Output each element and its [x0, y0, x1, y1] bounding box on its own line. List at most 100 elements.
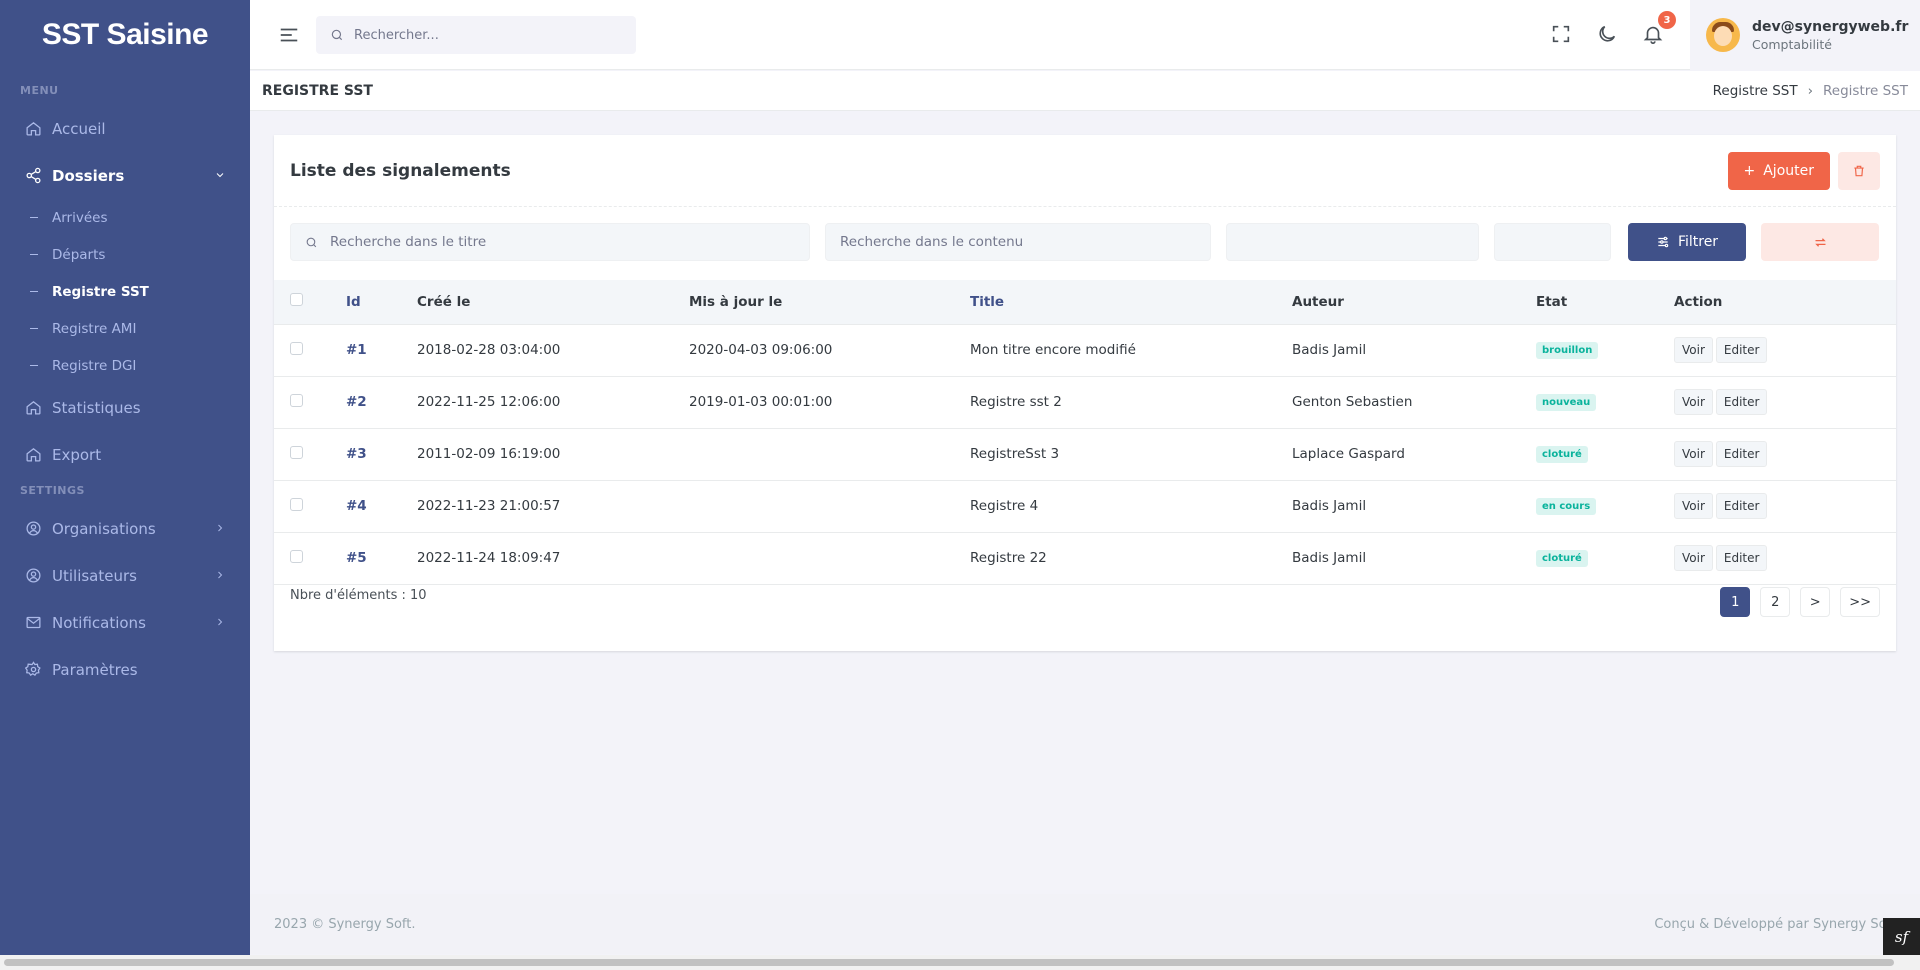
sidebar-subitem-registre-ami[interactable]: Registre AMI — [0, 310, 250, 347]
sidebar-subitem-arrivees[interactable]: Arrivées — [0, 199, 250, 236]
view-button[interactable]: Voir — [1674, 493, 1713, 519]
footer-copyright: 2023 © Synergy Soft. — [274, 916, 416, 932]
global-search-input[interactable] — [354, 27, 624, 43]
sidebar-item-organisations[interactable]: Organisations — [0, 505, 250, 552]
status-badge: cloturé — [1536, 550, 1588, 567]
search-icon — [331, 29, 343, 41]
sidebar-subitem-label: Registre SST — [52, 283, 149, 300]
add-button[interactable]: + Ajouter — [1727, 151, 1830, 190]
view-button[interactable]: Voir — [1674, 389, 1713, 415]
edit-button[interactable]: Editer — [1715, 441, 1768, 467]
avatar — [1706, 18, 1740, 52]
edit-button[interactable]: Editer — [1715, 389, 1768, 415]
row-updated: 2019-01-03 00:01:00 — [689, 375, 970, 428]
sidebar-item-export[interactable]: Export — [0, 431, 250, 478]
edit-button[interactable]: Editer — [1715, 337, 1768, 363]
row-author: Badis Jamil — [1292, 531, 1536, 585]
row-id[interactable]: #2 — [346, 375, 417, 428]
brand-logo[interactable]: SST Saisine — [0, 0, 250, 70]
breadcrumb-link[interactable]: Registre SST — [1713, 83, 1798, 99]
edit-button[interactable]: Editer — [1715, 493, 1768, 519]
topbar: 3 dev@synergyweb.fr Comptabilité — [250, 0, 1920, 70]
row-id[interactable]: #5 — [346, 531, 417, 585]
column-header-updated: Mis à jour le — [689, 293, 783, 310]
reset-button[interactable] — [1761, 223, 1879, 261]
edit-button[interactable]: Editer — [1715, 545, 1768, 571]
row-title: Mon titre encore modifié — [970, 323, 1292, 376]
row-id[interactable]: #4 — [346, 479, 417, 532]
row-checkbox[interactable] — [290, 549, 303, 563]
fullscreen-icon[interactable] — [1550, 23, 1574, 47]
menu-toggle-icon[interactable] — [278, 24, 300, 46]
column-header-title[interactable]: Title — [970, 280, 1292, 324]
sidebar-item-statistiques[interactable]: Statistiques — [0, 384, 250, 431]
symfony-toolbar-icon[interactable]: sf — [1883, 918, 1920, 955]
row-id[interactable]: #1 — [346, 323, 417, 376]
title-filter-input[interactable] — [318, 224, 809, 260]
row-author: Badis Jamil — [1292, 323, 1536, 376]
dark-mode-icon[interactable] — [1596, 23, 1620, 47]
sidebar-item-notifications[interactable]: Notifications — [0, 599, 250, 646]
card-footer: Nbre d'éléments : 10 1 2 > >> — [290, 587, 1880, 617]
sidebar-subitem-registre-dgi[interactable]: Registre DGI — [0, 347, 250, 384]
sidebar-item-label: Accueil — [52, 119, 106, 138]
row-checkbox[interactable] — [290, 445, 303, 459]
table-header-row: Id Créé le Mis à jour le Title Auteur Et… — [274, 280, 1896, 324]
pagination: 1 2 > >> — [1720, 587, 1880, 617]
select-all-checkbox[interactable] — [290, 293, 303, 307]
row-checkbox[interactable] — [290, 341, 303, 355]
row-title: Registre 4 — [970, 479, 1292, 532]
sidebar-item-parametres[interactable]: Paramètres — [0, 646, 250, 693]
horizontal-scrollbar[interactable] — [0, 955, 1920, 970]
sidebar-item-label: Export — [52, 445, 102, 464]
view-button[interactable]: Voir — [1674, 441, 1713, 467]
table-row: #4 2022-11-23 21:00:57 Registre 4 Badis … — [274, 479, 1896, 532]
view-button[interactable]: Voir — [1674, 337, 1713, 363]
home-icon — [24, 120, 42, 138]
chevron-right-icon — [214, 616, 228, 630]
filter-input-4[interactable] — [1495, 224, 1610, 260]
sidebar-item-label: Paramètres — [52, 660, 138, 679]
user-email: dev@synergyweb.fr — [1752, 18, 1909, 35]
gear-icon — [24, 661, 42, 679]
page-button-2[interactable]: 2 — [1760, 587, 1791, 617]
row-checkbox[interactable] — [290, 393, 303, 407]
row-created: 2022-11-25 12:06:00 — [417, 375, 689, 428]
content-filter-input[interactable] — [826, 224, 1210, 260]
filter-button[interactable]: Filtrer — [1628, 223, 1746, 261]
sidebar-item-accueil[interactable]: Accueil — [0, 105, 250, 152]
share-icon — [24, 167, 42, 185]
user-menu[interactable]: dev@synergyweb.fr Comptabilité — [1690, 0, 1920, 70]
page-button-1[interactable]: 1 — [1720, 587, 1751, 617]
row-created: 2011-02-09 16:19:00 — [417, 427, 689, 480]
user-circle-icon — [24, 520, 42, 538]
global-search — [316, 16, 636, 54]
sidebar-subitem-registre-sst[interactable]: Registre SST — [0, 273, 250, 310]
card-header: Liste des signalements + Ajouter — [274, 135, 1896, 207]
notification-bell-icon[interactable]: 3 — [1642, 11, 1676, 47]
filter-input-3[interactable] — [1227, 224, 1478, 260]
column-header-id[interactable]: Id — [346, 280, 417, 324]
row-id[interactable]: #3 — [346, 427, 417, 480]
status-badge: brouillon — [1536, 342, 1599, 359]
delete-button[interactable] — [1838, 151, 1880, 190]
row-checkbox[interactable] — [290, 497, 303, 511]
signalements-table: Id Créé le Mis à jour le Title Auteur Et… — [274, 280, 1896, 585]
sidebar-item-utilisateurs[interactable]: Utilisateurs — [0, 552, 250, 599]
signalements-card: Liste des signalements + Ajouter Filtrer — [274, 135, 1896, 651]
content-filter — [825, 223, 1211, 261]
last-page-button[interactable]: >> — [1840, 587, 1880, 617]
table-row: #3 2011-02-09 16:19:00 RegistreSst 3 Lap… — [274, 427, 1896, 480]
sidebar-item-dossiers[interactable]: Dossiers — [0, 152, 250, 199]
row-updated — [689, 531, 970, 585]
next-page-button[interactable]: > — [1800, 587, 1831, 617]
sidebar-subitem-departs[interactable]: Départs — [0, 236, 250, 273]
row-title: RegistreSst 3 — [970, 427, 1292, 480]
sidebar-item-label: Notifications — [52, 613, 146, 632]
view-button[interactable]: Voir — [1674, 545, 1713, 571]
sidebar-subitem-label: Départs — [52, 246, 106, 263]
home-icon — [24, 399, 42, 417]
row-created: 2022-11-24 18:09:47 — [417, 531, 689, 585]
sidebar-subitem-label: Registre AMI — [52, 320, 137, 337]
home-icon — [24, 446, 42, 464]
